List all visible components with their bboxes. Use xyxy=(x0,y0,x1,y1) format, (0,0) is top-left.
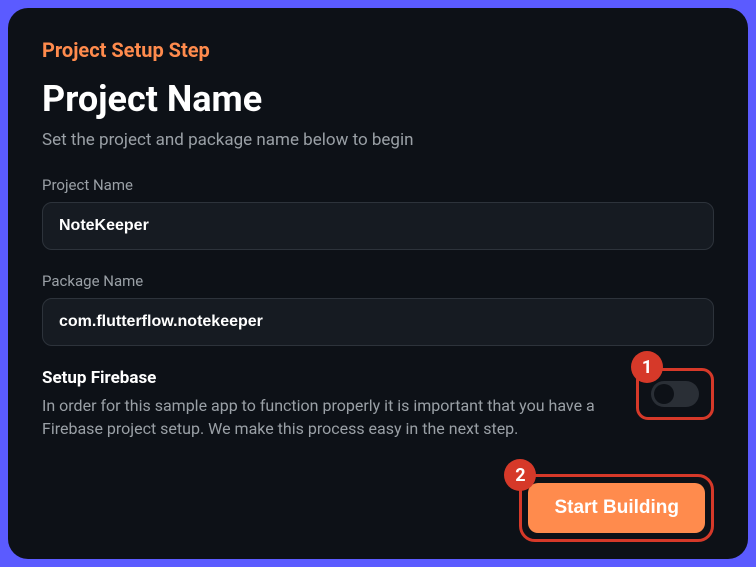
subtitle: Set the project and package name below t… xyxy=(42,130,714,150)
page-title: Project Name xyxy=(42,78,714,120)
annotation-highlight-1: 1 xyxy=(636,368,714,420)
firebase-text: Setup Firebase In order for this sample … xyxy=(42,368,620,440)
package-name-label: Package Name xyxy=(42,272,714,290)
project-name-label: Project Name xyxy=(42,176,714,194)
step-label: Project Setup Step xyxy=(42,38,714,62)
setup-panel: Project Setup Step Project Name Set the … xyxy=(8,8,748,559)
firebase-toggle[interactable] xyxy=(651,381,699,407)
firebase-title: Setup Firebase xyxy=(42,368,620,388)
project-name-input[interactable] xyxy=(42,202,714,250)
firebase-section: Setup Firebase In order for this sample … xyxy=(42,368,714,440)
button-row: 2 Start Building xyxy=(42,474,714,542)
annotation-badge-1: 1 xyxy=(631,351,663,383)
package-name-input[interactable] xyxy=(42,298,714,346)
annotation-highlight-2: 2 Start Building xyxy=(519,474,714,542)
start-building-button[interactable]: Start Building xyxy=(528,483,705,533)
toggle-knob xyxy=(654,384,674,404)
firebase-description: In order for this sample app to function… xyxy=(42,394,620,440)
